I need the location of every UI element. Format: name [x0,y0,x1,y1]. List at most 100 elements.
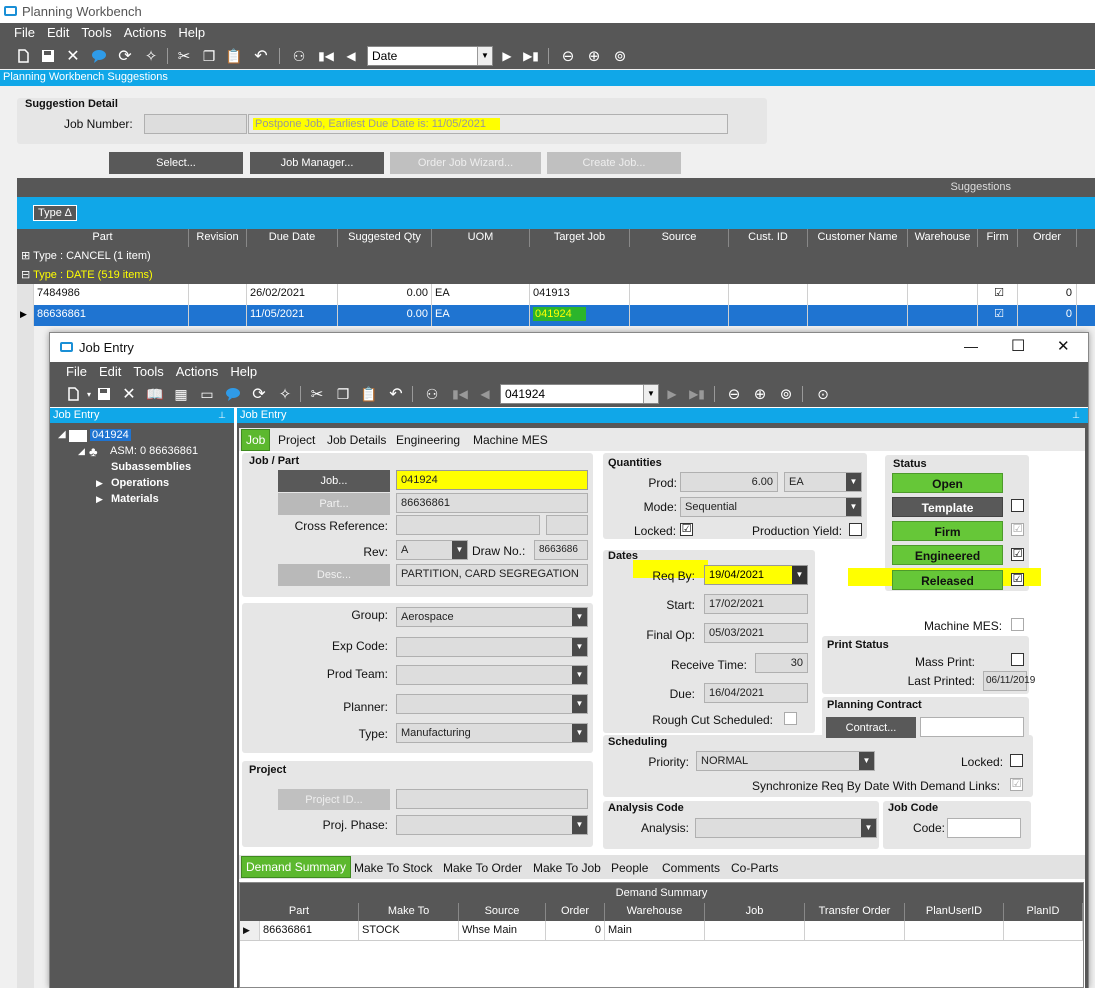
tab-engineering[interactable]: Engineering [396,430,460,450]
tree-expand-icon[interactable]: ◢ [58,429,66,440]
search-binoculars-icon[interactable]: ⚇ [421,382,443,406]
chevron-down-icon[interactable]: ▼ [572,608,587,626]
draw-no-field[interactable]: 8663686 [534,540,588,560]
released-checkbox[interactable]: ☑ [1011,573,1024,586]
clear-icon[interactable]: ✧ [274,382,296,406]
next-record-icon[interactable]: ▶ [496,44,518,68]
undo-icon[interactable]: ↶ [385,382,407,406]
group-combo[interactable]: Aerospace ▼ [396,607,588,627]
cut-icon[interactable]: ✂ [306,382,328,406]
template-checkbox[interactable] [1011,499,1024,512]
chevron-down-icon[interactable]: ▼ [572,638,587,656]
last-printed-field[interactable]: 06/11/2019 [983,671,1035,691]
prev-record-icon[interactable]: ◀ [474,382,496,406]
chevron-down-icon[interactable]: ▼ [572,695,587,713]
description-button[interactable]: Desc... [278,564,390,586]
tree-node-materials[interactable]: Materials [111,493,159,505]
req-by-date-field[interactable]: 19/04/2021 ▼ [704,565,808,585]
due-date-field[interactable]: 16/04/2021 [704,683,808,703]
released-status-button[interactable]: Released [892,570,1003,590]
col-source[interactable]: Source [630,229,729,247]
exp-code-combo[interactable]: ▼ [396,637,588,657]
table-row[interactable]: 7484986 26/02/2021 0.00 EA 041913 ☑ 0 [17,284,1095,305]
col-part[interactable]: Part [17,229,189,247]
order-job-wizard-button[interactable]: Order Job Wizard... [390,152,541,174]
close-icon[interactable]: ✕ [1057,337,1070,355]
menu-edit[interactable]: Edit [41,23,75,43]
tree-collapsed-icon[interactable]: ▶ [96,494,103,505]
forward-icon[interactable]: ⊕ [749,382,771,406]
comment-icon[interactable] [222,382,244,406]
menu-actions[interactable]: Actions [170,362,225,382]
select-button[interactable]: Select... [109,152,243,174]
chevron-down-icon[interactable]: ▼ [846,473,861,491]
qty-locked-checkbox[interactable]: ☑ [680,523,693,536]
col-cust-id[interactable]: Cust. ID [729,229,808,247]
book-icon[interactable]: 📖 [144,382,166,406]
home-icon[interactable]: ⊚ [609,44,631,68]
home-icon[interactable]: ⊚ [775,382,797,406]
tree-expand-icon[interactable]: ◢ [78,446,85,457]
tree-collapsed-icon[interactable]: ▶ [96,478,103,489]
col-plan-id[interactable]: PlanID [1004,903,1083,921]
tree-node-subassemblies[interactable]: Subassemblies [111,461,191,473]
col-customer-name[interactable]: Customer Name [808,229,908,247]
tab-demand-summary[interactable]: Demand Summary [241,856,352,878]
undo-icon[interactable]: ↶ [250,44,272,68]
open-status-button[interactable]: Open [892,473,1003,493]
production-yield-checkbox[interactable] [849,523,862,536]
col-order[interactable]: Order [1018,229,1077,247]
back-icon[interactable]: ⊖ [557,44,579,68]
col-due-date[interactable]: Due Date [247,229,338,247]
last-record-icon[interactable]: ▶▮ [520,44,542,68]
table-row[interactable]: ▶ 86636861 STOCK Whse Main 0 Main [240,921,1083,941]
expand-icon[interactable]: ⊞ [21,250,30,262]
tree-node-job[interactable]: 041924 [90,429,131,441]
receive-time-field[interactable]: 30 [755,653,808,673]
table-row-selected[interactable]: ▶ 86636861 11/05/2021 0.00 EA 041924 ☑ 0 [17,305,1095,326]
prev-record-icon[interactable]: ◀ [340,44,362,68]
col-make-to[interactable]: Make To [359,903,459,921]
tab-make-to-job[interactable]: Make To Job [533,858,601,878]
project-id-field[interactable] [396,789,588,809]
contract-button[interactable]: Contract... [826,717,916,738]
tab-machine-mes[interactable]: Machine MES [473,430,548,450]
menu-tools[interactable]: Tools [127,362,169,382]
cross-reference-field[interactable] [396,515,540,535]
menu-actions[interactable]: Actions [118,23,173,43]
tree-node-operations[interactable]: Operations [111,477,169,489]
col-suggested-qty[interactable]: Suggested Qty [338,229,432,247]
type-combo[interactable]: Manufacturing ▼ [396,723,588,743]
uom-combo[interactable]: EA ▼ [784,472,862,492]
firm-checkbox[interactable]: ☑ [1011,523,1024,536]
chevron-down-icon[interactable]: ▼ [846,498,861,516]
job-button[interactable]: Job... [278,470,390,492]
outer-navigation-combo[interactable]: Date ▼ [367,46,493,66]
tab-make-to-order[interactable]: Make To Order [443,858,522,878]
tree-node-assembly[interactable]: ASM: 0 86636861 [110,445,198,457]
pin-icon[interactable]: ⊥ [1072,408,1080,423]
refresh-icon[interactable]: ⟳ [114,44,136,68]
first-record-icon[interactable]: ▮◀ [315,44,337,68]
job-manager-button[interactable]: Job Manager... [250,152,384,174]
chevron-down-icon[interactable]: ▼ [643,385,658,403]
engineered-status-button[interactable]: Engineered [892,545,1003,565]
group-row-date[interactable]: ⊟ Type : DATE (519 items) [17,266,1095,284]
col-firm[interactable]: Firm [978,229,1018,247]
copy-icon[interactable]: ❐ [198,44,220,68]
chevron-down-icon[interactable]: ▼ [859,752,874,770]
tab-job[interactable]: Job [241,429,271,451]
last-record-icon[interactable]: ▶▮ [686,382,708,406]
sync-req-by-checkbox[interactable]: ☑ [1010,778,1023,791]
menu-file[interactable]: File [8,23,41,43]
cell-firm-checkbox[interactable]: ☑ [978,284,1018,305]
maximize-icon[interactable]: ☐ [1011,336,1025,356]
clear-icon[interactable]: ✧ [140,44,162,68]
tab-people[interactable]: People [611,858,648,878]
tab-co-parts[interactable]: Co-Parts [731,858,778,878]
col-plan-user-id[interactable]: PlanUserID [905,903,1004,921]
forward-icon[interactable]: ⊕ [583,44,605,68]
paste-icon[interactable]: 📋 [223,44,245,68]
folder-icon[interactable]: ▭ [196,382,218,406]
col-uom[interactable]: UOM [432,229,530,247]
